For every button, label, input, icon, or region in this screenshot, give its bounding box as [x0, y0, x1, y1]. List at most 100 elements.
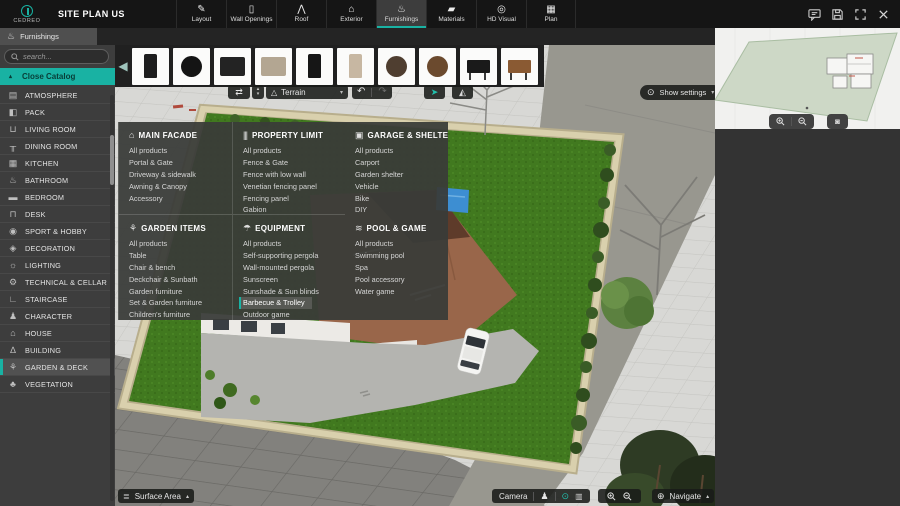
zoom-out-icon[interactable]: [623, 492, 632, 501]
sidebar-item[interactable]: ▬ BEDROOM: [0, 189, 115, 206]
catalog-item[interactable]: Awning & Canopy: [129, 180, 228, 192]
catalog-item[interactable]: All products: [243, 238, 341, 250]
catalog-item[interactable]: Wall-mounted pergola: [243, 262, 341, 274]
tab[interactable]: ▦ Plan: [526, 0, 576, 28]
redo-icon[interactable]: ↷: [378, 87, 386, 97]
close-catalog-button[interactable]: ▴ Close Catalog: [0, 68, 115, 85]
catalog-item[interactable]: Pool accessory: [355, 273, 444, 285]
product-thumbnail[interactable]: [337, 48, 374, 85]
tab[interactable]: ⋀ Roof: [276, 0, 326, 28]
catalog-item[interactable]: Vehicle: [355, 180, 444, 192]
terrain-dropdown[interactable]: △ Terrain ▾: [266, 85, 348, 99]
catalog-item[interactable]: Children's furniture: [129, 309, 228, 320]
aerial-view-icon[interactable]: ⊙: [562, 491, 570, 502]
catalog-item[interactable]: All products: [129, 145, 228, 157]
catalog-item[interactable]: Deckchair & Sunbath: [129, 273, 228, 285]
cedreo-logo[interactable]: CEDREO: [0, 0, 54, 28]
catalog-item[interactable]: Self-supporting pergola: [243, 250, 341, 262]
product-thumbnail[interactable]: [501, 48, 538, 85]
catalog-item[interactable]: Carport: [355, 157, 444, 169]
sidebar-item[interactable]: ⚙ TECHNICAL & CELLAR: [0, 274, 115, 291]
catalog-item[interactable]: Chair & bench: [129, 262, 228, 274]
tab[interactable]: ✎ Layout: [176, 0, 226, 28]
catalog-item[interactable]: Fencing panel: [243, 192, 341, 204]
product-thumbnail[interactable]: [419, 48, 456, 85]
fullscreen-icon[interactable]: [854, 8, 867, 21]
floors-icon[interactable]: ▥: [575, 492, 583, 501]
product-thumbnail[interactable]: [460, 48, 497, 85]
catalog-item[interactable]: Swimming pool: [355, 250, 444, 262]
catalog-item[interactable]: All products: [243, 145, 341, 157]
sidebar-item[interactable]: ⌂ HOUSE: [0, 325, 115, 342]
select-tool-button[interactable]: ➤: [424, 85, 445, 99]
catalog-item[interactable]: Driveway & sidewalk: [129, 169, 228, 181]
tab[interactable]: ♨ Furnishings: [376, 0, 426, 28]
product-thumbnail[interactable]: [296, 48, 333, 85]
sidebar-item[interactable]: ◧ PACK: [0, 104, 115, 121]
sidebar-item[interactable]: ∟ STAIRCASE: [0, 291, 115, 308]
tab[interactable]: ◎ HD Visual: [476, 0, 526, 28]
catalog-item[interactable]: Fence with low wall: [243, 169, 341, 181]
zoom-in-icon[interactable]: [607, 492, 616, 501]
catalog-item[interactable]: Spa: [355, 262, 444, 274]
catalog-item[interactable]: Accessory: [129, 192, 228, 204]
product-thumbnail[interactable]: [255, 48, 292, 85]
sidebar-scrollbar[interactable]: [110, 95, 114, 501]
product-thumbnail[interactable]: [378, 48, 415, 85]
sidebar-item[interactable]: ∆ BUILDING: [0, 342, 115, 359]
comment-icon[interactable]: [808, 8, 821, 21]
sidebar-item[interactable]: ♟ CHARACTER: [0, 308, 115, 325]
show-settings-dropdown[interactable]: ⊙ Show settings ▾: [640, 85, 721, 100]
catalog-item[interactable]: Fence & Gate: [243, 157, 341, 169]
minimap-camera-button[interactable]: ◙: [827, 114, 848, 129]
catalog-item[interactable]: Garden shelter: [355, 169, 444, 181]
sidebar-item[interactable]: ⊓ DESK: [0, 206, 115, 223]
surface-area-dropdown[interactable]: ≣ Surface Area ▴: [118, 489, 194, 503]
catalog-item[interactable]: Barbecue & Trolley: [239, 297, 312, 309]
walkthrough-icon[interactable]: ♟: [540, 491, 548, 502]
sidebar-item[interactable]: ▤ ATMOSPHERE: [0, 87, 115, 104]
catalog-item[interactable]: Portal & Gate: [129, 157, 228, 169]
save-icon[interactable]: [831, 8, 844, 21]
sidebar-item[interactable]: ⊔ LIVING ROOM: [0, 121, 115, 138]
catalog-item[interactable]: Sunshade & Sun blinds: [243, 285, 341, 297]
catalog-item[interactable]: DIY: [355, 204, 444, 215]
catalog-item[interactable]: Sunscreen: [243, 273, 341, 285]
close-icon[interactable]: [877, 8, 890, 21]
catalog-item[interactable]: All products: [129, 238, 228, 250]
tab[interactable]: ⌂ Exterior: [326, 0, 376, 28]
product-thumbnail[interactable]: [132, 48, 169, 85]
catalog-item[interactable]: Venetian fencing panel: [243, 180, 341, 192]
level-stepper[interactable]: ▴ ▾: [252, 85, 264, 99]
catalog-item[interactable]: Water game: [355, 285, 444, 297]
product-thumbnail[interactable]: [214, 48, 251, 85]
sidebar-item[interactable]: ♨ BATHROOM: [0, 172, 115, 189]
catalog-item[interactable]: Table: [129, 250, 228, 262]
sidebar-item[interactable]: ♣ VEGETATION: [0, 376, 115, 393]
catalog-item[interactable]: Gabion: [243, 204, 341, 215]
sidebar-item[interactable]: ⚘ GARDEN & DECK: [0, 359, 115, 376]
sidebar-item[interactable]: ▦ KITCHEN: [0, 155, 115, 172]
tab-furnishings-open[interactable]: ♨ Furnishings: [0, 28, 97, 45]
slope-tool-button[interactable]: ◭: [452, 85, 473, 99]
zoom-out-icon[interactable]: [798, 117, 807, 126]
catalog-item[interactable]: All products: [355, 145, 444, 157]
sidebar-item[interactable]: ☼ LIGHTING: [0, 257, 115, 274]
chevron-down-icon[interactable]: ▾: [257, 92, 260, 97]
scroll-left-icon[interactable]: ◀: [118, 59, 128, 73]
search-input[interactable]: search...: [4, 49, 109, 64]
sidebar-item[interactable]: ◈ DECORATION: [0, 240, 115, 257]
product-thumbnail[interactable]: [173, 48, 210, 85]
catalog-item[interactable]: Garden furniture: [129, 285, 228, 297]
scrollbar-thumb[interactable]: [110, 135, 114, 185]
catalog-item[interactable]: All products: [355, 238, 444, 250]
zoom-in-icon[interactable]: [776, 117, 785, 126]
sync-view-button[interactable]: ⇄: [228, 85, 250, 99]
tab[interactable]: ▰ Materials: [426, 0, 476, 28]
sidebar-item[interactable]: ◉ SPORT & HOBBY: [0, 223, 115, 240]
catalog-item[interactable]: Set & Garden furniture: [129, 297, 228, 309]
catalog-item[interactable]: Outdoor game: [243, 309, 341, 320]
sidebar-item[interactable]: ╥ DINING ROOM: [0, 138, 115, 155]
catalog-item[interactable]: Bike: [355, 192, 444, 204]
tab[interactable]: ▯ Wall Openings: [226, 0, 276, 28]
